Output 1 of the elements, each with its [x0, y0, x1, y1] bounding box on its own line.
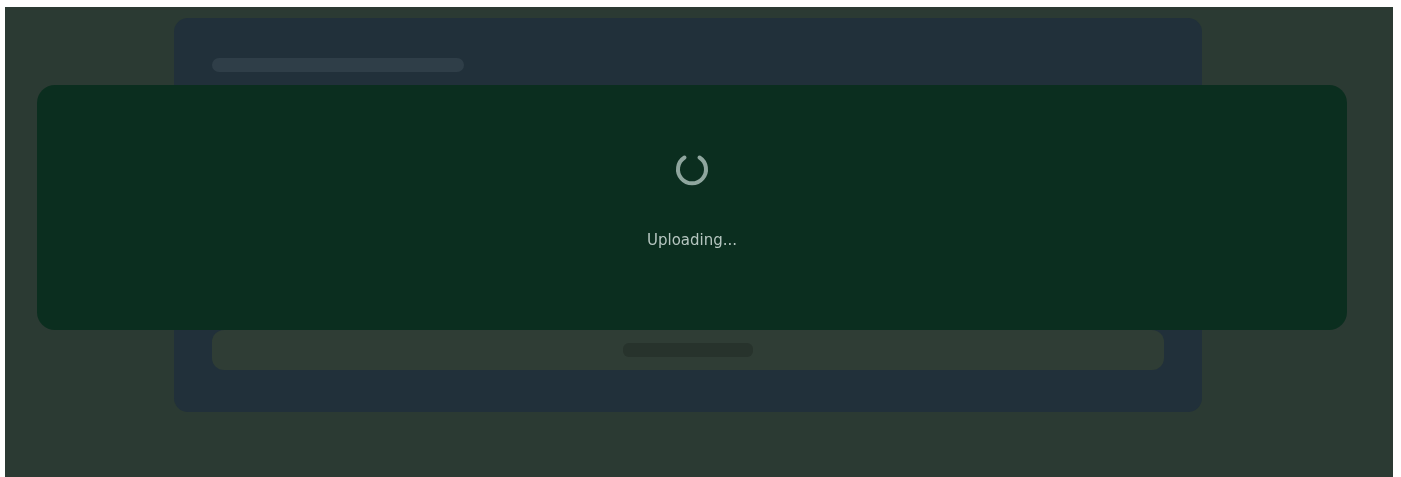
- status-text: Uploading...: [646, 231, 738, 249]
